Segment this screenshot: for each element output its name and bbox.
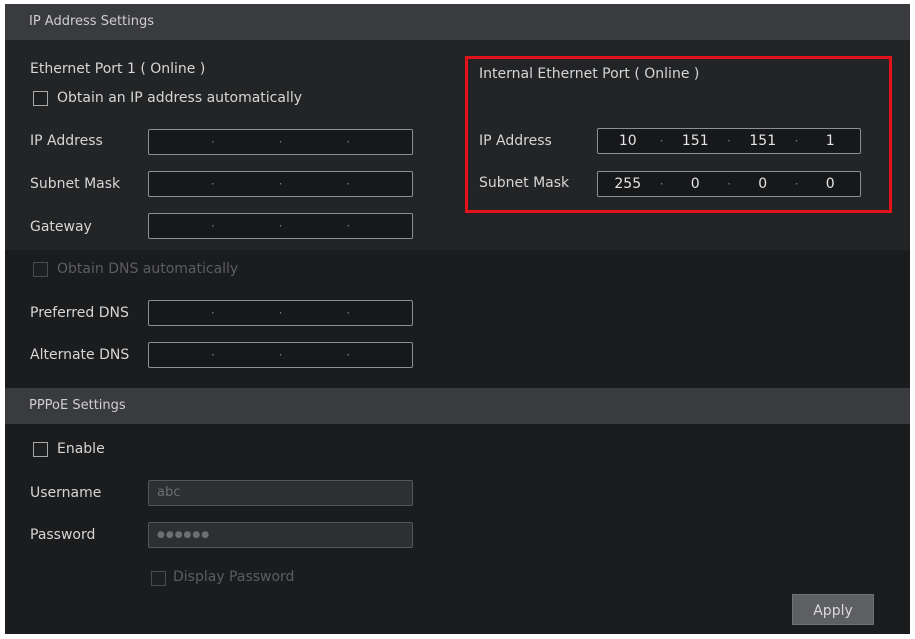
subnet-mask-field[interactable]: · · · bbox=[148, 171, 413, 197]
apply-button[interactable]: Apply bbox=[792, 594, 874, 625]
ip-settings-header: IP Address Settings bbox=[5, 4, 910, 40]
internal-ip-address-label: IP Address bbox=[479, 133, 552, 149]
octet-dot: · bbox=[278, 177, 283, 191]
adns-octet-1[interactable] bbox=[149, 343, 209, 367]
internal-ip-octet-3[interactable]: 151 bbox=[733, 129, 793, 153]
octet-dot: · bbox=[278, 219, 283, 233]
ethernet-port-1-title: Ethernet Port 1 ( Online ) bbox=[30, 61, 206, 77]
octet-dot: · bbox=[210, 135, 215, 149]
display-password-checkbox[interactable] bbox=[151, 571, 166, 586]
obtain-ip-auto-checkbox[interactable] bbox=[33, 91, 48, 106]
octet-dot: · bbox=[659, 177, 664, 191]
internal-subnet-octet-2[interactable]: 0 bbox=[666, 172, 726, 196]
password-label: Password bbox=[30, 527, 96, 543]
pppoe-enable-checkbox[interactable] bbox=[33, 442, 48, 457]
username-input[interactable]: abc bbox=[148, 480, 413, 506]
ip-settings-title: IP Address Settings bbox=[29, 14, 155, 29]
octet-dot: · bbox=[278, 135, 283, 149]
internal-subnet-octet-3[interactable]: 0 bbox=[733, 172, 793, 196]
adns-octet-4[interactable] bbox=[352, 343, 412, 367]
pppoe-settings-header: PPPoE Settings bbox=[5, 388, 910, 424]
subnet-octet-3[interactable] bbox=[285, 172, 345, 196]
octet-dot: · bbox=[278, 348, 283, 362]
gateway-octet-3[interactable] bbox=[285, 214, 345, 238]
subnet-mask-label: Subnet Mask bbox=[30, 176, 121, 192]
octet-dot: · bbox=[346, 177, 351, 191]
gateway-field[interactable]: · · · bbox=[148, 213, 413, 239]
adns-octet-3[interactable] bbox=[285, 343, 345, 367]
gateway-label: Gateway bbox=[30, 219, 92, 235]
display-password-label: Display Password bbox=[173, 569, 295, 585]
octet-dot: · bbox=[346, 306, 351, 320]
internal-ip-octet-2[interactable]: 151 bbox=[666, 129, 726, 153]
octet-dot: · bbox=[346, 135, 351, 149]
obtain-ip-auto-label: Obtain an IP address automatically bbox=[57, 90, 303, 106]
octet-dot: · bbox=[794, 177, 799, 191]
octet-dot: · bbox=[210, 219, 215, 233]
password-input[interactable]: ●●●●●● bbox=[148, 522, 413, 548]
internal-subnet-octet-4[interactable]: 0 bbox=[801, 172, 861, 196]
octet-dot: · bbox=[278, 306, 283, 320]
ip-octet-3[interactable] bbox=[285, 130, 345, 154]
pdns-octet-4[interactable] bbox=[352, 301, 412, 325]
pppoe-enable-label: Enable bbox=[57, 441, 105, 457]
ip-octet-4[interactable] bbox=[352, 130, 412, 154]
internal-port-title: Internal Ethernet Port ( Online ) bbox=[479, 66, 700, 82]
gateway-octet-1[interactable] bbox=[149, 214, 209, 238]
internal-ip-octet-4[interactable]: 1 bbox=[801, 129, 861, 153]
preferred-dns-label: Preferred DNS bbox=[30, 305, 129, 321]
adns-octet-2[interactable] bbox=[217, 343, 277, 367]
internal-subnet-octet-1[interactable]: 255 bbox=[598, 172, 658, 196]
octet-dot: · bbox=[210, 177, 215, 191]
internal-ip-address-field[interactable]: 10 · 151 · 151 · 1 bbox=[597, 128, 861, 154]
octet-dot: · bbox=[210, 306, 215, 320]
octet-dot: · bbox=[727, 134, 731, 148]
username-label: Username bbox=[30, 485, 102, 501]
internal-subnet-mask-label: Subnet Mask bbox=[479, 175, 570, 191]
gateway-octet-2[interactable] bbox=[217, 214, 277, 238]
subnet-octet-1[interactable] bbox=[149, 172, 209, 196]
internal-subnet-mask-field[interactable]: 255 · 0 · 0 · 0 bbox=[597, 171, 861, 197]
obtain-dns-auto-label: Obtain DNS automatically bbox=[57, 261, 239, 277]
internal-ip-octet-1[interactable]: 10 bbox=[598, 129, 658, 153]
octet-dot: · bbox=[794, 134, 799, 148]
octet-dot: · bbox=[346, 348, 351, 362]
octet-dot: · bbox=[659, 134, 664, 148]
ip-address-label: IP Address bbox=[30, 133, 103, 149]
alternate-dns-field[interactable]: · · · bbox=[148, 342, 413, 368]
preferred-dns-field[interactable]: · · · bbox=[148, 300, 413, 326]
pdns-octet-1[interactable] bbox=[149, 301, 209, 325]
pdns-octet-2[interactable] bbox=[217, 301, 277, 325]
ip-octet-2[interactable] bbox=[217, 130, 277, 154]
alternate-dns-label: Alternate DNS bbox=[30, 347, 130, 363]
gateway-octet-4[interactable] bbox=[352, 214, 412, 238]
pppoe-settings-title: PPPoE Settings bbox=[29, 398, 126, 413]
octet-dot: · bbox=[727, 177, 731, 191]
octet-dot: · bbox=[346, 219, 351, 233]
pdns-octet-3[interactable] bbox=[285, 301, 345, 325]
ip-octet-1[interactable] bbox=[149, 130, 209, 154]
octet-dot: · bbox=[210, 348, 215, 362]
network-settings-panel: IP Address Settings Ethernet Port 1 ( On… bbox=[5, 4, 910, 634]
subnet-octet-2[interactable] bbox=[217, 172, 277, 196]
subnet-octet-4[interactable] bbox=[352, 172, 412, 196]
obtain-dns-auto-checkbox[interactable] bbox=[33, 262, 48, 277]
ip-address-field[interactable]: · · · bbox=[148, 129, 413, 155]
